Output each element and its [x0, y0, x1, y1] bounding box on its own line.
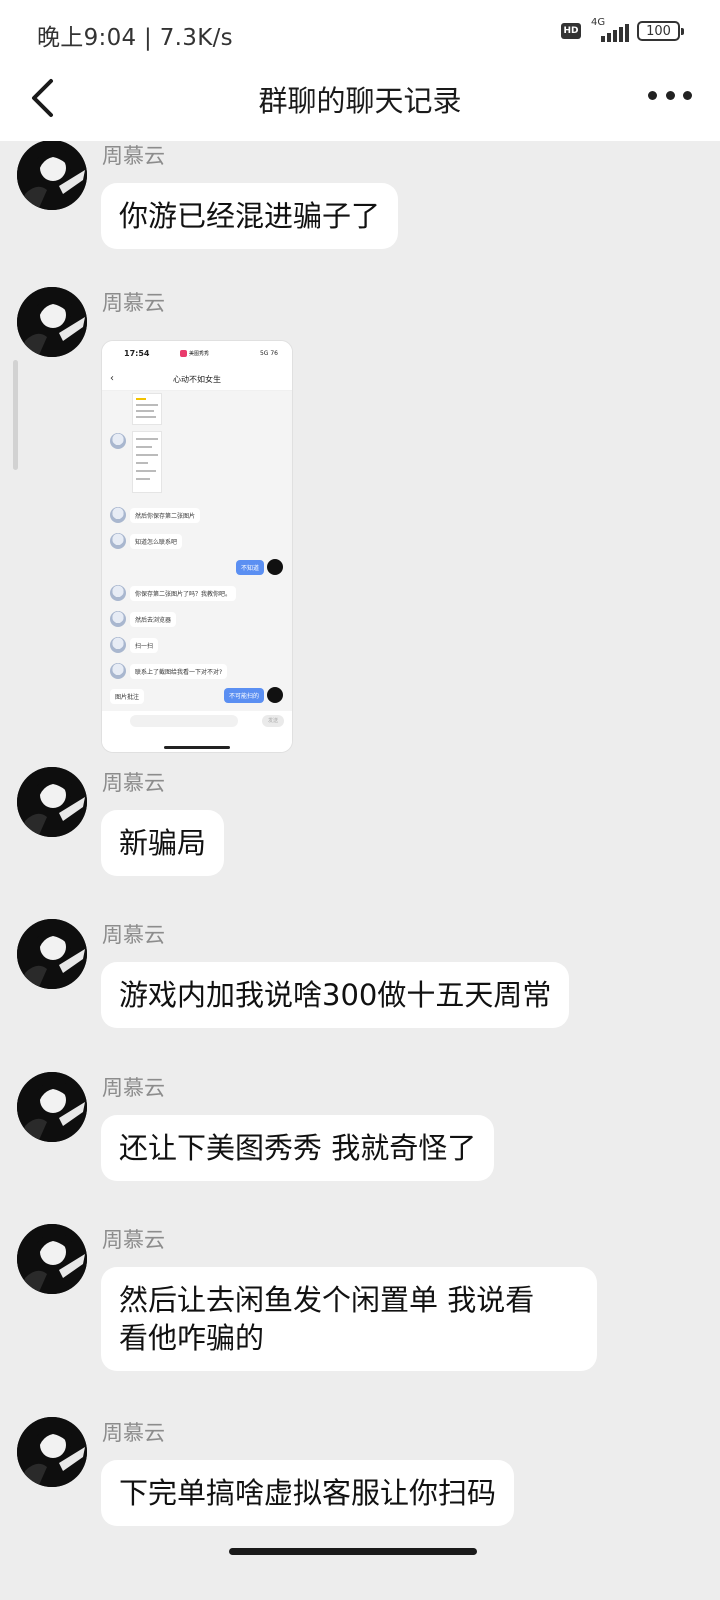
status-time: 晚上9:04 | 7.3K/s: [37, 25, 233, 51]
avatar[interactable]: [17, 1072, 87, 1142]
status-bar: 晚上9:04 | 7.3K/s HD 4G 100: [0, 0, 720, 66]
sender-name: 周慕云: [102, 1076, 165, 1100]
message-bubble[interactable]: 下完单搞啥虚拟客服让你扫码: [101, 1460, 515, 1526]
signal-icon: 4G: [591, 17, 629, 42]
screenshot-avatar: [110, 433, 126, 449]
screenshot-avatar: [110, 663, 126, 679]
top-bar: 晚上9:04 | 7.3K/s HD 4G 100 群聊的聊天记录: [0, 0, 720, 141]
message-bubble[interactable]: 新骗局: [101, 810, 225, 876]
screenshot-bubble: 扫一扫: [130, 638, 159, 653]
avatar[interactable]: [17, 1224, 87, 1294]
qr-code-image: [132, 393, 162, 425]
hd-icon: HD: [561, 23, 581, 39]
avatar[interactable]: [17, 1417, 87, 1487]
screenshot-send: 发送: [262, 715, 284, 727]
screenshot-time: 17:54: [124, 349, 150, 358]
screenshot-app-name: 美图秀秀: [189, 351, 210, 357]
avatar[interactable]: [17, 919, 87, 989]
battery-icon: 100: [637, 21, 684, 41]
screenshot-bubble: 不可能扫的: [223, 688, 264, 703]
avatar[interactable]: [17, 141, 87, 210]
screenshot-avatar: [267, 559, 283, 575]
screenshot-bubble: 然后你保存第二张图片: [130, 508, 201, 523]
screenshot-title: 心动不如女生: [173, 375, 221, 384]
message-bubble[interactable]: 你游已经混进骗子了: [101, 183, 399, 249]
message-bubble[interactable]: 游戏内加我说啥300做十五天周常: [101, 962, 570, 1028]
sender-name: 周慕云: [102, 144, 165, 168]
screenshot-net: 5G 76: [259, 350, 278, 357]
sender-name: 周慕云: [102, 923, 165, 947]
sender-name: 周慕云: [102, 291, 165, 315]
status-icons: HD 4G 100: [561, 17, 684, 42]
screenshot-bubble: 知道怎么联系吧: [130, 534, 183, 549]
message-bubble[interactable]: 还让下美图秀秀 我就奇怪了: [101, 1115, 495, 1181]
screenshot-bubble: 然后去浏览器: [130, 612, 177, 627]
screenshot-image[interactable]: 17:54 美图秀秀 5G 76 ‹ 心动不如女生 然后你保存第二张图片 知道怎…: [101, 340, 293, 753]
sender-name: 周慕云: [102, 771, 165, 795]
screenshot-image-note: 图片批注: [110, 689, 145, 704]
qr-code-image: [132, 431, 162, 493]
screenshot-bubble: 联系上了截图给我看一下对不对?: [130, 664, 228, 679]
message-bubble[interactable]: 然后让去闲鱼发个闲置单 我说看 看他咋骗的: [101, 1267, 597, 1371]
sender-name: 周慕云: [102, 1228, 165, 1252]
screenshot-avatar: [110, 637, 126, 653]
screenshot-avatar: [110, 611, 126, 627]
message-list: 周慕云 你游已经混进骗子了 周慕云 17:54 美图秀秀 5G 76 ‹ 心动不…: [0, 141, 720, 1600]
screenshot-avatar: [110, 533, 126, 549]
sender-name: 周慕云: [102, 1421, 165, 1445]
screenshot-input: [130, 715, 238, 727]
home-indicator[interactable]: [229, 1548, 477, 1555]
screenshot-nav: ‹ 心动不如女生: [102, 369, 292, 391]
screenshot-home-indicator: [164, 746, 230, 749]
screenshot-bubble: 你保存第二张图片了吗？我教你吧。: [130, 586, 237, 601]
avatar[interactable]: [17, 767, 87, 837]
app-icon: [180, 350, 187, 357]
screenshot-status-bar: 17:54 美图秀秀 5G 76: [102, 341, 292, 369]
screenshot-avatar: [110, 507, 126, 523]
screenshot-bubble: 不知道: [235, 560, 264, 575]
page-title: 群聊的聊天记录: [258, 84, 462, 118]
screenshot-chat: 然后你保存第二张图片 知道怎么联系吧 不知道 你保存第二张图片了吗？我教你吧。 …: [102, 391, 292, 711]
screenshot-app: 美图秀秀: [180, 350, 209, 357]
more-dots-icon[interactable]: [648, 80, 692, 110]
nav-header: 群聊的聊天记录: [0, 66, 720, 141]
screenshot-avatar: [267, 687, 283, 703]
screenshot-input-bar: 发送: [102, 711, 292, 752]
avatar[interactable]: [17, 287, 87, 357]
screenshot-avatar: [110, 585, 126, 601]
